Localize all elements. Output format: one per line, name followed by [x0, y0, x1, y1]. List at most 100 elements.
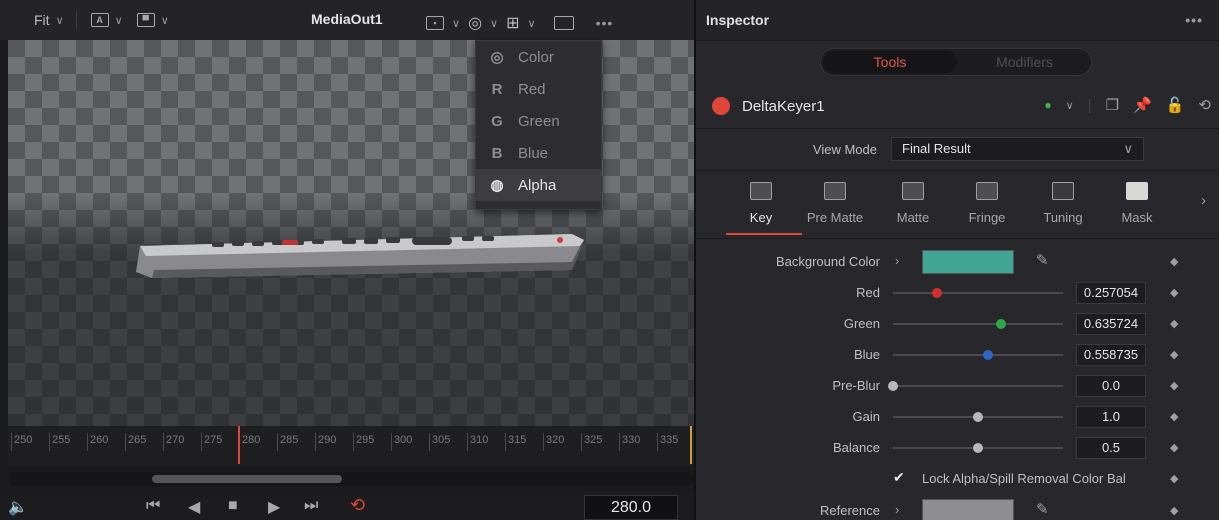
viewer-layout-dropdown[interactable]: ▀ ∨ — [136, 13, 169, 27]
tab-modifiers[interactable]: Modifiers — [958, 51, 1091, 73]
viewer-title: MediaOut1 — [311, 11, 383, 27]
param-slider-knob[interactable] — [888, 381, 898, 391]
ruler-tick-label: 310 — [466, 433, 489, 451]
play-reverse-icon[interactable]: ◀ — [188, 497, 200, 517]
param-slider-knob[interactable] — [982, 350, 993, 360]
tab-label: Mask — [1121, 210, 1153, 225]
background-color-swatch[interactable] — [922, 250, 1014, 274]
chevron-down-icon[interactable]: ∨ — [490, 17, 498, 30]
keyframe-icon[interactable]: ◆ — [1170, 317, 1178, 330]
timeline-ruler[interactable]: 250 255 260 265 270 275 280 285 290 295 300 305 310 3… — [8, 426, 694, 466]
keyframe-icon[interactable]: ◆ — [1170, 286, 1178, 299]
node-name: DeltaKeyer1 — [742, 97, 825, 115]
scrollbar-thumb[interactable] — [152, 475, 342, 483]
chevron-right-icon[interactable]: › — [895, 253, 899, 268]
inspector-title: Inspector — [706, 12, 770, 28]
lock-icon[interactable]: 🔓 — [1166, 96, 1185, 114]
tab-tools[interactable]: Tools — [823, 51, 957, 73]
chevron-right-icon[interactable]: › — [895, 502, 899, 517]
keyframe-icon[interactable]: ◆ — [1170, 379, 1178, 392]
param-slider-track[interactable] — [893, 323, 1063, 325]
param-slider-knob[interactable] — [973, 443, 983, 453]
current-frame-field[interactable]: 280.0 — [584, 495, 678, 520]
go-to-end-icon[interactable]: ⏭ — [304, 497, 318, 515]
audio-icon[interactable]: 🔈 — [8, 497, 28, 517]
chevron-right-icon[interactable]: › — [1201, 192, 1206, 209]
param-value-field[interactable]: 0.635724 — [1076, 313, 1146, 335]
color-channels-icon[interactable]: ◎ — [468, 13, 482, 33]
view-mode-dropdown[interactable]: Final Result ∨ — [891, 137, 1144, 161]
loop-icon[interactable]: ⟲ — [350, 495, 365, 516]
param-slider-track[interactable] — [893, 354, 1063, 356]
param-slider-track[interactable] — [893, 292, 1063, 294]
tab-fringe[interactable]: Fringe — [952, 178, 1022, 225]
fringe-icon — [976, 182, 998, 200]
param-slider-knob[interactable] — [996, 319, 1007, 329]
zoom-fit-dropdown[interactable]: Fit ∨ — [34, 12, 64, 28]
menu-item-green[interactable]: G Green — [476, 105, 601, 137]
param-slider-knob[interactable] — [931, 288, 942, 298]
param-value-field[interactable]: 1.0 — [1076, 406, 1146, 428]
keyframe-icon[interactable]: ◆ — [1170, 504, 1178, 517]
param-value-field[interactable]: 0.558735 — [1076, 344, 1146, 366]
keyframe-icon[interactable]: ◆ — [1170, 410, 1178, 423]
tab-mask[interactable]: Mask — [1102, 178, 1172, 225]
ruler-tick-label: 295 — [352, 433, 375, 451]
eyedropper-icon[interactable]: ✎ — [1036, 500, 1049, 518]
keyframe-icon[interactable]: ◆ — [1170, 472, 1178, 485]
chevron-down-icon: ∨ — [1123, 141, 1133, 156]
viewer-more-icon[interactable]: ••• — [596, 15, 614, 31]
go-to-start-icon[interactable]: ⏮ — [146, 497, 160, 515]
inspector-more-icon[interactable]: ••• — [1185, 12, 1203, 28]
menu-item-color[interactable]: ◎ Color — [476, 41, 601, 73]
node-enable-toggle[interactable] — [712, 97, 730, 115]
tab-matte[interactable]: Matte — [878, 178, 948, 225]
param-value-field[interactable]: 0.257054 — [1076, 282, 1146, 304]
keyframe-icon[interactable]: ◆ — [1170, 441, 1178, 454]
pin-icon[interactable]: 📌 — [1133, 96, 1152, 114]
timeline-scrollbar[interactable] — [8, 472, 694, 486]
versions-icon[interactable]: ❐ — [1106, 96, 1119, 114]
fullscreen-icon[interactable] — [553, 16, 574, 30]
chevron-down-icon[interactable]: ∨ — [452, 17, 460, 30]
tab-pre-matte[interactable]: Pre Matte — [800, 178, 870, 225]
param-slider-knob[interactable] — [973, 412, 983, 422]
roi-icon[interactable]: ▪ — [426, 16, 444, 30]
blue-channel-icon: B — [491, 144, 503, 162]
eyedropper-icon[interactable]: ✎ — [1036, 251, 1049, 269]
red-channel-icon: R — [491, 80, 503, 98]
keyframe-icon[interactable]: ◆ — [1170, 348, 1178, 361]
param-slider-track[interactable] — [893, 385, 1063, 387]
reset-icon[interactable]: ⟲ — [1198, 96, 1211, 114]
param-row-balance: Balance 0.5 ◆ — [696, 435, 1219, 461]
menu-item-alpha[interactable]: ◍ Alpha — [476, 169, 601, 201]
keyframe-icon[interactable]: ◆ — [1170, 255, 1178, 268]
param-label: Red — [856, 285, 880, 300]
menu-item-blue[interactable]: B Blue — [476, 137, 601, 169]
stop-icon[interactable]: ■ — [228, 497, 238, 515]
playhead[interactable] — [238, 426, 240, 464]
lock-alpha-checkbox[interactable]: ✔ — [893, 469, 905, 486]
reference-color-swatch[interactable] — [922, 499, 1014, 520]
menu-item-red[interactable]: R Red — [476, 73, 601, 105]
menu-item-label: Green — [518, 112, 560, 130]
menu-item-label: Color — [518, 48, 554, 66]
param-label: Blue — [853, 347, 880, 362]
chevron-down-icon[interactable]: ∨ — [1066, 99, 1074, 112]
ruler-tick-label: 320 — [542, 433, 565, 451]
ab-buffer-dropdown[interactable]: A ∨ — [90, 13, 123, 27]
tab-tuning[interactable]: Tuning — [1028, 178, 1098, 225]
inspector-tab-switch: Tools Modifiers — [820, 48, 1092, 76]
alpha-channel-icon: ◍ — [490, 177, 504, 194]
chevron-down-icon: ∨ — [114, 14, 123, 27]
param-row-green: Green 0.635724 ◆ — [696, 311, 1219, 337]
chevron-down-icon[interactable]: ∨ — [528, 17, 536, 30]
end-marker[interactable] — [690, 426, 692, 464]
play-icon[interactable]: ▶ — [268, 497, 280, 517]
color-tag-icon[interactable]: ● — [1044, 98, 1051, 112]
tab-key[interactable]: Key — [726, 178, 802, 235]
fit-label: Fit — [34, 12, 50, 28]
param-value-field[interactable]: 0.5 — [1076, 437, 1146, 459]
param-value-field[interactable]: 0.0 — [1076, 375, 1146, 397]
grid-icon[interactable]: ⊞ — [506, 13, 519, 33]
